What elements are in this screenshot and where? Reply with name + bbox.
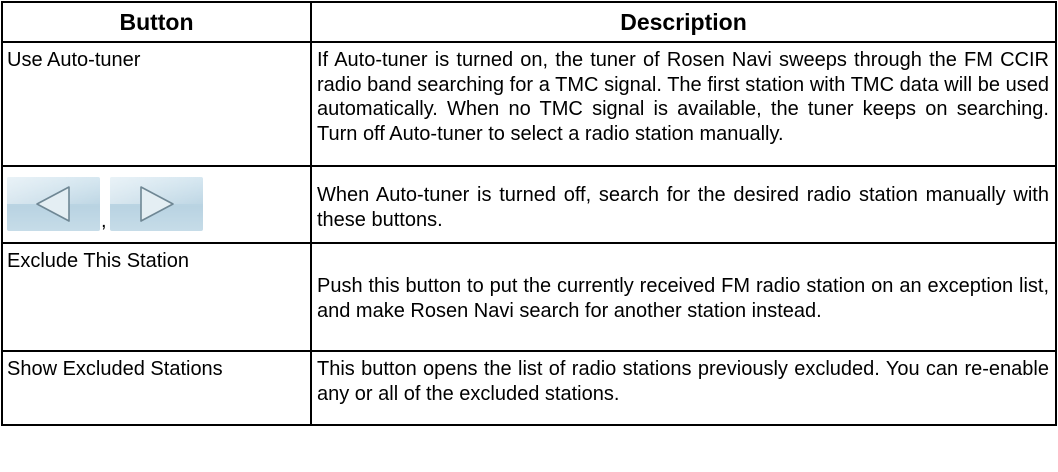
right-arrow-icon: [109, 177, 203, 231]
description-cell: This button opens the list of radio stat…: [310, 350, 1057, 426]
table-row: , When Auto-tuner is turned off, search …: [1, 165, 1057, 244]
left-arrow-icon: [7, 177, 100, 231]
icon-separator: ,: [101, 210, 107, 232]
button-description-table: Button Description Use Auto-tuner If Aut…: [1, 1, 1057, 426]
description-cell: When Auto-tuner is turned off, search fo…: [310, 165, 1057, 244]
table-row: Exclude This Station Push this button to…: [1, 242, 1057, 352]
description-cell: Push this button to put the currently re…: [310, 242, 1057, 352]
description-cell: If Auto-tuner is turned on, the tuner of…: [310, 41, 1057, 167]
header-description: Description: [310, 1, 1057, 43]
button-name-cell: Use Auto-tuner: [1, 41, 312, 167]
button-icons-cell: ,: [1, 165, 312, 244]
table-header-row: Button Description: [1, 1, 1057, 43]
table-row: Show Excluded Stations This button opens…: [1, 350, 1057, 426]
button-name-cell: Exclude This Station: [1, 242, 312, 352]
table-row: Use Auto-tuner If Auto-tuner is turned o…: [1, 41, 1057, 167]
header-button: Button: [1, 1, 312, 43]
button-name-cell: Show Excluded Stations: [1, 350, 312, 426]
